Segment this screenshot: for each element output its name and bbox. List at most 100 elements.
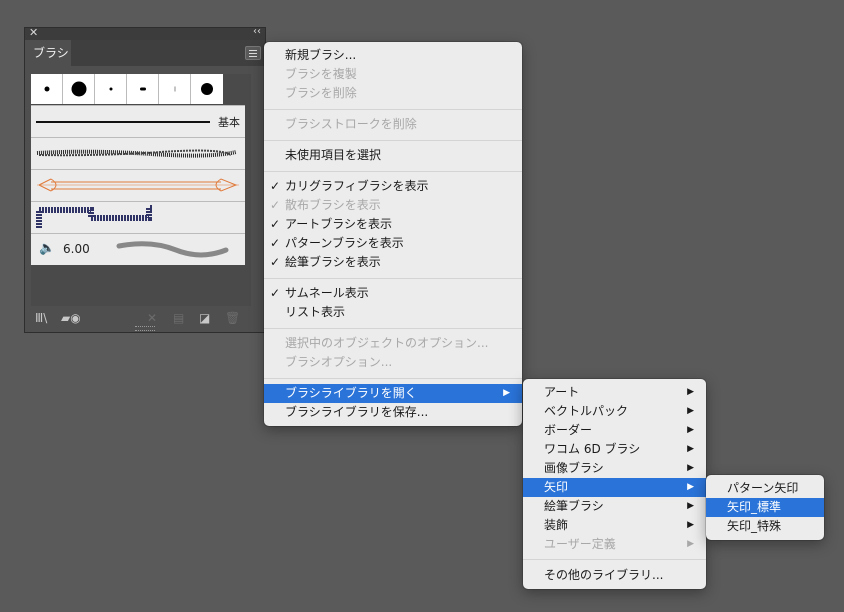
brush-swatch[interactable]: [191, 74, 223, 104]
menu-separator: [264, 378, 522, 379]
charcoal-brush-stroke: [36, 149, 237, 158]
menu-brush-options: ブラシオプション...: [285, 355, 393, 369]
submenu-arrow-icon: ▶: [687, 463, 694, 473]
menu-options-selected: 選択中のオブジェクトのオプション...: [285, 336, 489, 350]
menu-duplicate-brush: ブラシを複製: [285, 67, 357, 81]
brush-swatch[interactable]: [31, 74, 63, 104]
bristle-brush-stroke: [116, 241, 229, 258]
brush-swatch[interactable]: [95, 74, 127, 104]
menu-show-bristle[interactable]: ✓ 絵筆ブラシを表示: [264, 253, 522, 272]
menu-show-art[interactable]: ✓ アートブラシを表示: [264, 215, 522, 234]
checkmark-icon: ✓: [270, 198, 281, 212]
menu-show-scatter: ✓ 散布ブラシを表示: [264, 196, 522, 215]
brush-list: 基本 🔈 6.00: [31, 74, 259, 306]
brush-library-menu-icon[interactable]: Ⅲ\: [35, 312, 47, 324]
arrow-brush-stroke: [37, 178, 239, 192]
menu-show-calligraphic[interactable]: ✓ カリグラフィブラシを表示: [264, 177, 522, 196]
menu-item-label: サムネール表示: [285, 286, 369, 300]
lib-bristle[interactable]: 絵筆ブラシ ▶: [523, 497, 706, 516]
basic-brush-stroke: [36, 121, 210, 123]
lib-user-defined: ユーザー定義 ▶: [523, 535, 706, 554]
brush-swatch[interactable]: [63, 74, 95, 104]
menu-remove-brush-stroke: ブラシストロークを削除: [285, 117, 417, 131]
border-pattern-brush-row[interactable]: [31, 201, 245, 233]
panel-tab-row: ブラシ: [25, 40, 265, 66]
bristle-brush-row[interactable]: 🔈 6.00: [31, 233, 245, 265]
brush-library-submenu: アート ▶ ベクトルパック ▶ ボーダー ▶ ワコム 6D ブラシ ▶ 画像ブラ…: [523, 379, 706, 589]
submenu-arrow-icon: ▶: [687, 387, 694, 397]
submenu-arrow-icon: ▶: [687, 520, 694, 530]
remove-brush-stroke-icon[interactable]: ✕: [147, 312, 157, 324]
panel-flyout-menu: 新規ブラシ... ブラシを複製 ブラシを削除 ブラシストロークを削除 未使用項目…: [264, 42, 522, 426]
menu-item-label: ブラシライブラリを開く: [285, 386, 417, 400]
lib-wacom[interactable]: ワコム 6D ブラシ ▶: [523, 440, 706, 459]
arrows-standard[interactable]: 矢印_標準: [706, 498, 824, 517]
brushes-panel: ✕ ‹‹ ブラシ 基本 🔈 6.00 Ⅲ\ ▰◉ ✕ ▤ ◪ 🗑: [24, 26, 266, 333]
menu-separator: [523, 559, 706, 560]
panel-footer: Ⅲ\ ▰◉ ✕ ▤ ◪ 🗑: [25, 306, 265, 332]
submenu-arrow-icon: ▶: [687, 482, 694, 492]
brush-swatch[interactable]: [127, 74, 159, 104]
calligraphic-brush-row: [31, 74, 223, 104]
menu-item-label: 散布ブラシを表示: [285, 198, 381, 212]
menu-select-unused[interactable]: 未使用項目を選択: [264, 146, 522, 165]
charcoal-brush-row[interactable]: [31, 137, 245, 169]
submenu-arrow-icon: ▶: [687, 425, 694, 435]
arrows-special[interactable]: 矢印_特殊: [706, 517, 824, 536]
menu-open-brush-library[interactable]: ブラシライブラリを開く ▶: [264, 384, 522, 403]
lib-arrows[interactable]: 矢印 ▶: [523, 478, 706, 497]
menu-item-label: ユーザー定義: [544, 537, 616, 551]
menu-item-label: 絵筆ブラシを表示: [285, 255, 381, 269]
menu-item-label: カリグラフィブラシを表示: [285, 179, 429, 193]
submenu-arrow-icon: ▶: [687, 406, 694, 416]
resize-grip[interactable]: [135, 326, 155, 331]
basic-brush-row[interactable]: 基本: [31, 105, 245, 137]
menu-item-label: ワコム 6D ブラシ: [544, 442, 641, 456]
menu-item-label: 画像ブラシ: [544, 461, 604, 475]
lib-borders[interactable]: ボーダー ▶: [523, 421, 706, 440]
panel-menu-button[interactable]: [245, 46, 261, 60]
menu-show-pattern[interactable]: ✓ パターンブラシを表示: [264, 234, 522, 253]
menu-separator: [264, 140, 522, 141]
arrow-brush-row[interactable]: [31, 169, 245, 201]
arrows-pattern[interactable]: パターン矢印: [706, 479, 824, 498]
arrows-submenu: パターン矢印 矢印_標準 矢印_特殊: [706, 475, 824, 540]
panel-titlebar: ✕ ‹‹: [25, 26, 265, 40]
brush-swatch[interactable]: [159, 74, 191, 104]
lib-art[interactable]: アート ▶: [523, 383, 706, 402]
checkmark-icon: ✓: [270, 217, 281, 231]
border-pattern-brush-stroke: [36, 205, 153, 228]
lib-decorative[interactable]: 装飾 ▶: [523, 516, 706, 535]
submenu-arrow-icon: ▶: [687, 501, 694, 511]
menu-save-brush-library[interactable]: ブラシライブラリを保存...: [264, 403, 522, 422]
checkmark-icon: ✓: [270, 255, 281, 269]
menu-separator: [264, 328, 522, 329]
submenu-arrow-icon: ▶: [687, 539, 694, 549]
menu-separator: [264, 109, 522, 110]
menu-separator: [264, 171, 522, 172]
delete-brush-icon[interactable]: 🗑: [225, 312, 240, 324]
collapse-icon[interactable]: ‹‹: [253, 26, 261, 37]
menu-item-label: 矢印: [544, 480, 569, 494]
menu-list-view[interactable]: リスト表示: [264, 303, 522, 322]
menu-new-brush[interactable]: 新規ブラシ...: [264, 46, 522, 65]
lib-vector-pack[interactable]: ベクトルパック ▶: [523, 402, 706, 421]
libraries-panel-icon[interactable]: ▰◉: [61, 312, 81, 324]
lib-other-library[interactable]: その他のライブラリ...: [523, 566, 706, 585]
submenu-arrow-icon: ▶: [687, 444, 694, 454]
menu-item-label: アート: [544, 385, 580, 399]
brush-list-scrollbar[interactable]: [251, 74, 259, 306]
close-icon[interactable]: ✕: [29, 26, 38, 39]
new-brush-icon[interactable]: ◪: [199, 312, 210, 324]
menu-item-label: パターンブラシを表示: [285, 236, 404, 250]
menu-item-label: 装飾: [544, 518, 569, 532]
submenu-arrow-icon: ▶: [503, 388, 510, 398]
lib-image-brush[interactable]: 画像ブラシ ▶: [523, 459, 706, 478]
menu-item-label: アートブラシを表示: [285, 217, 393, 231]
checkmark-icon: ✓: [270, 179, 281, 193]
menu-item-label: ボーダー: [544, 423, 593, 437]
menu-thumbnail-view[interactable]: ✓ サムネール表示: [264, 284, 522, 303]
checkmark-icon: ✓: [270, 236, 281, 250]
tab-brushes[interactable]: ブラシ: [25, 40, 71, 66]
brush-options-icon[interactable]: ▤: [173, 312, 184, 324]
